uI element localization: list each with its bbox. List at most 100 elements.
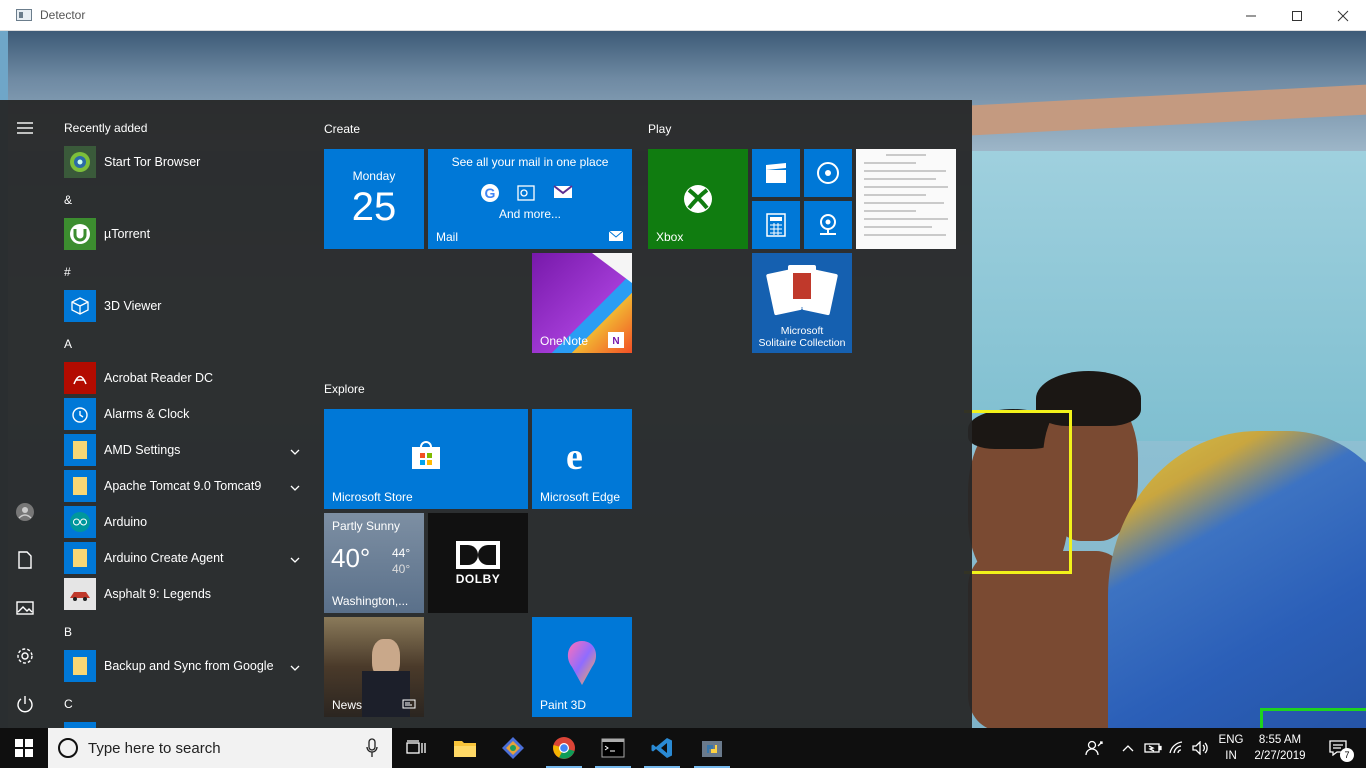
speaker-icon (1192, 741, 1208, 755)
document-thumbnail-icon (864, 154, 948, 236)
swim-cap (1108, 431, 1366, 728)
volume-button[interactable] (1190, 728, 1212, 768)
hamburger-menu-icon[interactable] (0, 108, 50, 148)
taskbar-clock[interactable]: 8:55 AM 2/27/2019 (1248, 732, 1312, 764)
vscode-button[interactable] (638, 728, 686, 768)
tile-dolby[interactable]: DOLBY (428, 513, 528, 613)
mail-envelope-icon (608, 230, 624, 241)
group-letter[interactable]: & (64, 193, 72, 207)
weather-temp: 40° (331, 543, 371, 573)
app-list: Recently added Start Tor Browser & µTorr… (50, 100, 312, 728)
wifi-button[interactable] (1166, 728, 1190, 768)
battery-button[interactable] (1142, 728, 1164, 768)
news-photo (362, 671, 410, 717)
section-play-header[interactable]: Play (648, 122, 671, 136)
tile-onenote[interactable]: OneNote N (532, 253, 632, 353)
chrome-button[interactable] (540, 728, 588, 768)
windows-logo-icon (15, 739, 33, 757)
task-view-button[interactable] (392, 728, 440, 768)
app-item-partial[interactable] (64, 720, 308, 728)
solitaire-title-line2: Solitaire Collection (758, 337, 846, 349)
section-create-header[interactable]: Create (324, 122, 360, 136)
onenote-icon: N (608, 332, 624, 348)
power-icon[interactable] (0, 684, 50, 724)
outlook-icon (517, 185, 535, 201)
app-label: Arduino Create Agent (104, 551, 224, 565)
show-hidden-icons-button[interactable] (1118, 728, 1138, 768)
chevron-down-icon[interactable] (290, 552, 300, 563)
calendar-date: 25 (351, 185, 397, 229)
tile-maps[interactable] (804, 201, 852, 249)
app-item-backup-and-sync[interactable]: Backup and Sync from Google (64, 648, 308, 684)
tile-xbox[interactable]: Xbox (648, 149, 748, 249)
documents-icon[interactable] (0, 540, 50, 580)
settings-gear-icon[interactable] (0, 636, 50, 676)
tile-document-preview[interactable] (856, 149, 956, 249)
tile-microsoft-edge[interactable]: e Microsoft Edge (532, 409, 632, 509)
app-item-arduino[interactable]: Arduino (64, 504, 308, 540)
weather-location: Washington,... (332, 594, 409, 608)
app-item-3d-viewer[interactable]: 3D Viewer (64, 288, 308, 324)
app-item-utorrent[interactable]: µTorrent (64, 216, 308, 252)
group-letter[interactable]: C (64, 697, 73, 711)
tile-calculator[interactable] (752, 201, 800, 249)
maximize-button[interactable] (1274, 0, 1320, 31)
tile-groove-music[interactable] (804, 149, 852, 197)
tile-mail[interactable]: See all your mail in one place G And mor… (428, 149, 632, 249)
edge-icon: e (566, 436, 583, 478)
people-button[interactable] (1080, 728, 1108, 768)
close-button[interactable] (1320, 0, 1366, 31)
terminal-icon (601, 738, 625, 758)
app-item-start-tor-browser[interactable]: Start Tor Browser (64, 144, 308, 180)
app-item-amd-settings[interactable]: AMD Settings (64, 432, 308, 468)
calculator-icon (766, 213, 786, 237)
tile-weather[interactable]: Partly Sunny 40° 44° 40° Washington,... (324, 513, 424, 613)
app-window-icon (16, 9, 32, 21)
chevron-down-icon[interactable] (290, 660, 300, 671)
start-rail (0, 100, 50, 728)
folder-icon (64, 434, 96, 466)
tile-solitaire[interactable]: Microsoft Solitaire Collection (752, 253, 852, 353)
tile-news[interactable]: News (324, 617, 424, 717)
python-button[interactable] (688, 728, 736, 768)
paint-drop-icon (567, 641, 597, 685)
microphone-icon[interactable] (366, 738, 378, 758)
tile-movies-tv[interactable] (752, 149, 800, 197)
group-letter[interactable]: # (64, 265, 71, 279)
pictures-icon[interactable] (0, 588, 50, 628)
start-menu: Recently added Start Tor Browser & µTorr… (0, 100, 972, 728)
app-item-asphalt-9[interactable]: Asphalt 9: Legends (64, 576, 308, 612)
tile-paint-3d[interactable]: Paint 3D (532, 617, 632, 717)
section-explore-header[interactable]: Explore (324, 382, 365, 396)
tile-label: Paint 3D (540, 698, 587, 712)
taskbar-search-box[interactable]: Type here to search (48, 728, 392, 768)
action-center-button[interactable]: 7 (1318, 728, 1358, 768)
app-label: Start Tor Browser (104, 155, 201, 169)
asphalt-icon (64, 578, 96, 610)
pool-water (972, 151, 1366, 441)
chevron-down-icon[interactable] (290, 480, 300, 491)
chevron-down-icon[interactable] (290, 444, 300, 455)
window-controls (1228, 0, 1366, 31)
group-letter[interactable]: A (64, 337, 72, 351)
minimize-button[interactable] (1228, 0, 1274, 31)
file-explorer-button[interactable] (441, 728, 489, 768)
weather-low: 40° (392, 562, 411, 576)
cube-icon (64, 290, 96, 322)
app-label: Backup and Sync from Google (104, 659, 274, 673)
gitkraken-button[interactable] (489, 728, 537, 768)
app-item-arduino-create-agent[interactable]: Arduino Create Agent (64, 540, 308, 576)
tile-microsoft-store[interactable]: Microsoft Store (324, 409, 528, 509)
command-prompt-button[interactable] (589, 728, 637, 768)
dolby-logo-icon (456, 541, 500, 569)
app-item-apache-tomcat[interactable]: Apache Tomcat 9.0 Tomcat9 (64, 468, 308, 504)
input-language-indicator[interactable]: ENG IN (1214, 732, 1248, 764)
tile-calendar[interactable]: Monday 25 (324, 149, 424, 249)
app-item-acrobat-reader[interactable]: Acrobat Reader DC (64, 360, 308, 396)
start-button[interactable] (0, 728, 48, 768)
svg-text:G: G (485, 185, 496, 201)
user-account-icon[interactable] (0, 492, 50, 532)
group-letter[interactable]: B (64, 625, 72, 639)
app-item-alarms-clock[interactable]: Alarms & Clock (64, 396, 308, 432)
person-body (968, 551, 1128, 728)
